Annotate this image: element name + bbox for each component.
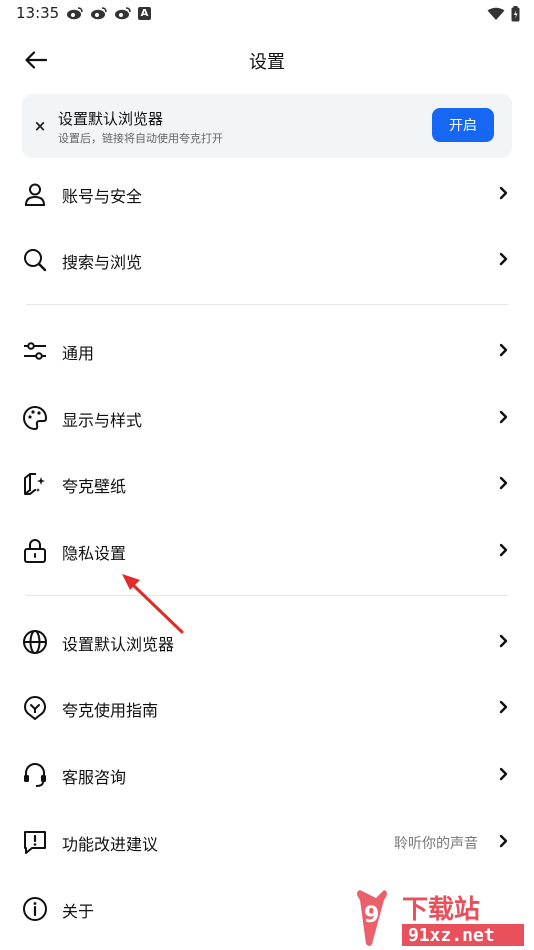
search-icon [24,249,47,272]
page-title: 设置 [249,52,285,73]
menu-item-wallpaper[interactable]: 夸克壁纸 [0,453,534,513]
headset-icon [24,763,46,787]
menu-item-usage-guide[interactable]: 夸克使用指南 [0,677,534,737]
menu-item-label: 夸克使用指南 [62,701,159,720]
banner-title: 设置默认浏览器 [58,110,164,128]
watermark-logo: 9 下载站 91xz.net [357,890,524,946]
banner-subtitle: 设置后，链接将自动使用夸克打开 [58,132,223,145]
palette-icon [23,405,48,431]
menu-item-general[interactable]: 通用 [0,320,534,380]
status-bar: 13:35 A [0,0,534,30]
status-time: 13:35 [16,4,60,22]
header: 设置 [0,36,534,82]
globe-icon [23,630,47,654]
battery-icon [511,6,520,22]
section-divider [26,304,508,305]
annotation-arrow [122,574,184,634]
chevron-right-icon [499,834,508,848]
section-divider [26,595,508,596]
watermark: 9 下载站 91xz.net [350,888,530,950]
chevron-right-icon [499,700,508,714]
menu-item-label: 显示与样式 [62,411,143,430]
menu-item-display-style[interactable]: 显示与样式 [0,387,534,447]
chevron-right-icon [499,186,508,200]
wallpaper-icon [24,473,45,495]
chevron-right-icon [499,543,508,557]
chevron-right-icon [499,343,508,357]
menu-item-default-browser[interactable]: 设置默认浏览器 [0,611,534,671]
weibo-icon [67,7,83,20]
watermark-logo-text: 9 [364,903,379,928]
close-icon[interactable]: × [30,116,50,136]
chevron-right-icon [499,634,508,648]
sliders-icon [24,342,46,360]
notification-icons: A [66,6,151,20]
watermark-domain: 91xz.net [408,925,495,946]
menu-item-label: 账号与安全 [62,187,143,206]
chevron-right-icon [499,476,508,490]
menu-item-label: 客服咨询 [62,768,127,787]
guide-icon [24,696,46,720]
menu-item-feedback[interactable]: 功能改进建议 聆听你的声音 [0,811,534,871]
menu-item-privacy[interactable]: 隐私设置 [0,520,534,580]
feedback-icon [24,831,46,854]
menu-item-hint: 聆听你的声音 [394,836,478,852]
chevron-right-icon [499,410,508,424]
menu-item-label: 搜索与浏览 [62,253,143,272]
menu-item-account-security[interactable]: 账号与安全 [0,163,534,223]
menu-item-label: 通用 [62,344,95,363]
menu-item-label: 关于 [62,902,95,921]
a-icon: A [138,6,151,20]
menu-item-label: 夸克壁纸 [62,477,127,496]
weibo-icon [115,7,131,20]
menu-item-label: 功能改进建议 [62,835,159,854]
wifi-icon [487,7,505,20]
watermark-title: 下载站 [402,895,480,925]
weibo-icon [91,7,107,20]
lock-icon [24,539,46,563]
user-icon [25,183,45,206]
info-icon [23,897,47,921]
chevron-right-icon [499,767,508,781]
menu-item-search-browse[interactable]: 搜索与浏览 [0,229,534,289]
status-right [487,6,520,22]
enable-button[interactable]: 开启 [432,108,494,142]
chevron-right-icon [499,252,508,266]
default-browser-banner: × 设置默认浏览器 设置后，链接将自动使用夸克打开 开启 [22,94,512,158]
menu-item-customer-service[interactable]: 客服咨询 [0,744,534,804]
